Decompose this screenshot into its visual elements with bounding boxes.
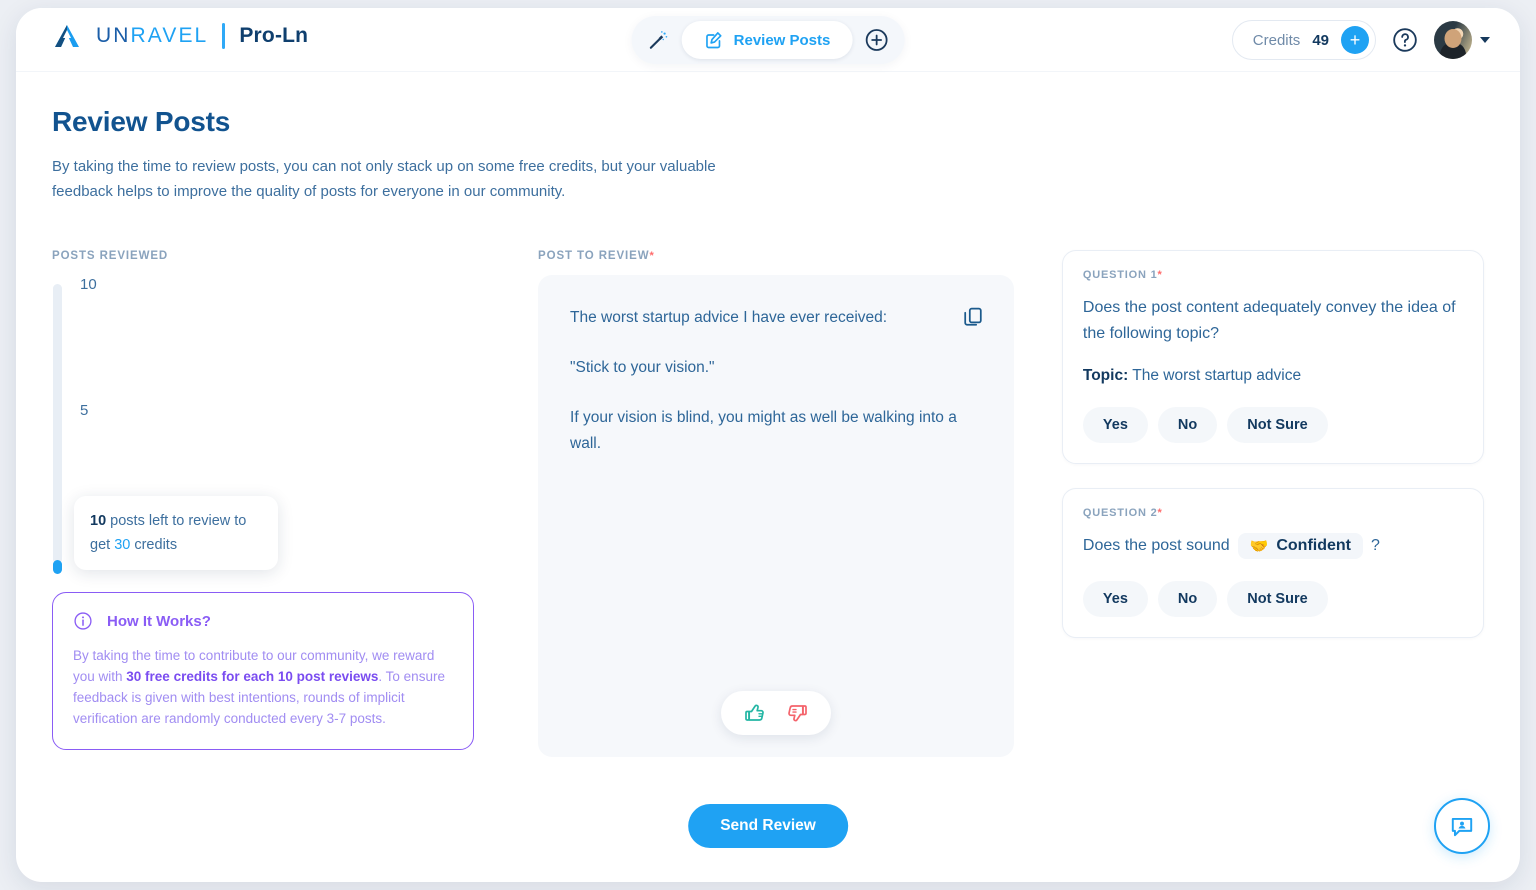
required-mark: * [1157,269,1163,281]
post-to-review-column: POST TO REVIEW* The worst startup advice… [538,250,1014,757]
edit-square-icon [706,32,722,49]
progress-track[interactable] [53,284,62,564]
tab-review-posts-label: Review Posts [733,31,831,49]
post-card: The worst startup advice I have ever rec… [538,275,1014,757]
posts-left-tooltip: 10 posts left to review to get 30 credit… [74,496,278,570]
post-to-review-label-text: POST TO REVIEW [538,250,650,262]
info-circle-icon [74,612,92,630]
posts-reviewed-column: POSTS REVIEWED 10 5 0 10 posts left to r… [52,250,490,757]
tone-label: Confident [1276,537,1351,554]
question-1-topic-value: The worst startup advice [1128,367,1302,384]
handshake-emoji-icon: 🤝 [1249,538,1269,555]
credits-pill[interactable]: Credits 49 + [1231,20,1376,60]
question-2-text: Does the post sound 🤝 Confident ? [1083,533,1463,559]
chevron-down-icon[interactable] [1480,37,1490,43]
question-1-option-not-sure[interactable]: Not Sure [1227,407,1328,443]
question-1-topic-label: Topic: [1082,367,1129,384]
question-1-option-no[interactable]: No [1157,407,1218,443]
post-paragraph: If your vision is blind, you might as we… [570,409,957,452]
brand-word-un: UN [96,24,131,47]
question-2-suffix: ? [1371,537,1380,554]
tone-chip: 🤝 Confident [1237,533,1363,559]
posts-reviewed-label: POSTS REVIEWED [52,250,169,262]
vote-pill [720,691,831,735]
question-2-label-text: QUESTION 2 [1082,507,1158,519]
question-2-options: Yes No Not Sure [1082,581,1463,617]
required-mark: * [649,250,655,262]
account-menu[interactable] [1434,21,1490,59]
required-mark: * [1157,507,1163,519]
question-1-label-text: QUESTION 1 [1082,269,1158,281]
question-2-card: QUESTION 2* Does the post sound 🤝 Confid… [1061,488,1484,638]
posts-left-text-2: credits [130,537,178,553]
question-2-option-no[interactable]: No [1157,581,1218,617]
how-it-works-title: How It Works? [107,612,211,630]
how-it-works-text: By taking the time to contribute to our … [73,645,453,729]
post-paragraph: The worst startup advice I have ever rec… [570,309,888,326]
tab-review-posts[interactable]: Review Posts [681,21,853,59]
app-window: UNRAVEL Pro-Ln Review Posts Credits 49 +… [16,8,1520,882]
credits-label: Credits [1252,31,1301,49]
question-1-text: Does the post content adequately convey … [1082,299,1456,342]
header-right-group: Credits 49 + [1231,20,1490,60]
unravel-logo-icon [55,25,79,47]
question-2-option-yes[interactable]: Yes [1082,581,1148,617]
brand-wordmark: UNRAVEL [96,24,208,48]
post-to-review-label: POST TO REVIEW* [538,250,1014,262]
plus-circle-icon[interactable] [864,28,888,52]
question-2-label: QUESTION 2* [1083,507,1463,519]
question-1-topic: Topic: The worst startup advice [1083,367,1463,385]
page-content: Review Posts By taking the time to revie… [16,72,1520,757]
questions-column: QUESTION 1* Does the post content adequa… [1061,250,1484,757]
post-body: The worst startup advice I have ever rec… [570,305,982,457]
page-title: Review Posts [52,106,231,137]
app-header: UNRAVEL Pro-Ln Review Posts Credits 49 + [16,8,1520,72]
chat-support-button[interactable] [1434,798,1490,854]
chat-support-icon [1451,817,1473,837]
question-mark-circle-icon[interactable] [1392,27,1418,53]
page-description: By taking the time to review posts, you … [52,158,716,200]
primary-nav-pill: Review Posts [631,16,905,64]
credits-value: 49 [1312,31,1329,49]
question-2-prefix: Does the post sound [1082,537,1230,554]
question-1-option-yes[interactable]: Yes [1082,407,1148,443]
question-1-options: Yes No Not Sure [1082,407,1463,443]
brand-product-name: Pro-Ln [239,24,309,47]
posts-reviewed-progress: 10 5 0 10 posts left to review to get 30… [52,276,490,574]
brand-divider [222,23,226,49]
copy-icon[interactable] [962,305,984,327]
send-review-button[interactable]: Send Review [688,804,848,848]
avatar[interactable] [1434,21,1472,59]
question-1-label: QUESTION 1* [1083,269,1463,281]
brand-logo[interactable]: UNRAVEL Pro-Ln [52,21,308,51]
magic-wand-icon[interactable] [648,29,670,51]
how-text-bold: 30 free credits for each 10 post reviews [126,669,379,684]
add-credits-button[interactable]: + [1341,26,1369,54]
how-it-works-box: How It Works? By taking the time to cont… [52,592,474,750]
question-1-card: QUESTION 1* Does the post content adequa… [1061,250,1484,464]
posts-left-credits: 30 [114,537,131,553]
post-paragraph: "Stick to your vision." [570,359,715,376]
scale-label-5: 5 [80,402,89,419]
scale-label-10: 10 [80,276,97,293]
question-2-option-not-sure[interactable]: Not Sure [1227,581,1328,617]
columns-layout: POSTS REVIEWED 10 5 0 10 posts left to r… [52,250,1484,757]
posts-left-count: 10 [90,513,107,529]
how-it-works-header: How It Works? [73,611,453,631]
progress-fill [53,560,62,574]
thumbs-up-icon[interactable] [743,701,767,725]
thumbs-down-icon[interactable] [785,701,809,725]
brand-word-ravel: RAVEL [130,24,209,47]
